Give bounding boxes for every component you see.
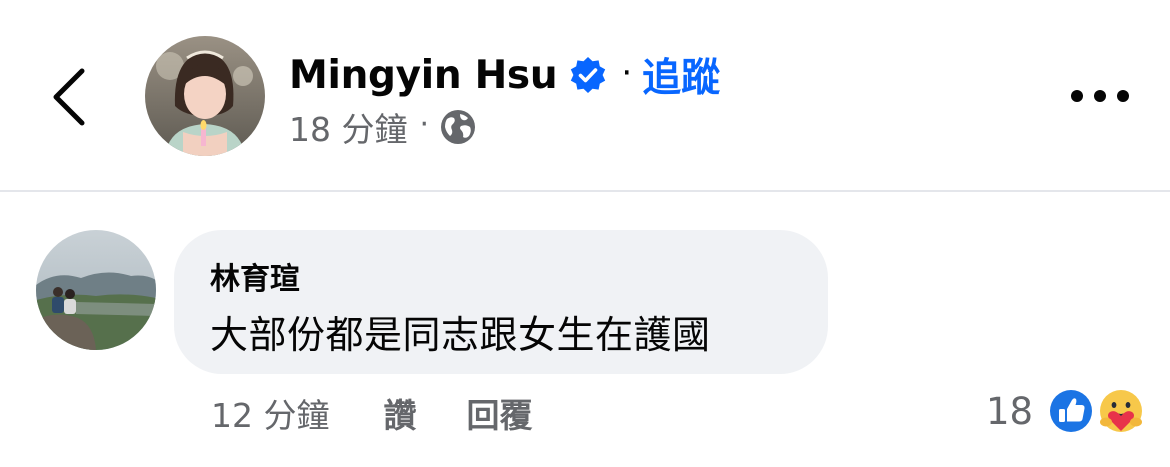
separator-dot: · [621, 53, 633, 93]
commenter-avatar[interactable] [36, 230, 156, 350]
post-meta: 18 分鐘 · [289, 104, 477, 150]
meta-separator-dot: · [419, 106, 430, 142]
author-avatar[interactable] [145, 36, 265, 156]
comment-reactions[interactable]: 18 [986, 384, 1145, 438]
reaction-count: 18 [986, 389, 1034, 433]
post-timestamp[interactable]: 18 分鐘 [289, 103, 407, 151]
more-horizontal-icon [1071, 90, 1129, 102]
comment-bubble[interactable]: 林育瑄 大部份都是同志跟女生在護國 [174, 230, 828, 374]
follow-button[interactable]: 追蹤 [642, 47, 720, 103]
care-reaction-icon [1100, 390, 1143, 432]
like-reaction-icon [1048, 388, 1095, 434]
post-comments-view: Mingyin Hsu · 追蹤 18 分鐘 · 林育瑄 大部份都是同志跟女生在… [0, 0, 1170, 467]
globe-icon [439, 108, 477, 146]
commenter-name[interactable]: 林育瑄 [210, 254, 300, 298]
comment-reply-button[interactable]: 回覆 [466, 389, 532, 437]
comment-text: 大部份都是同志跟女生在護國 [210, 313, 711, 357]
verified-badge-icon [569, 56, 607, 94]
author-name[interactable]: Mingyin Hsu [289, 53, 558, 98]
comment-timestamp: 12 分鐘 [211, 396, 330, 435]
comment-like-button[interactable]: 讚 [383, 389, 416, 437]
back-button[interactable] [40, 62, 100, 132]
header-divider [0, 190, 1170, 192]
more-options-button[interactable] [1062, 70, 1138, 122]
post-author-line: Mingyin Hsu · 追蹤 [289, 47, 720, 103]
comment-actions: 12 分鐘 讚 回覆 [211, 390, 532, 436]
chevron-left-icon [53, 68, 85, 126]
